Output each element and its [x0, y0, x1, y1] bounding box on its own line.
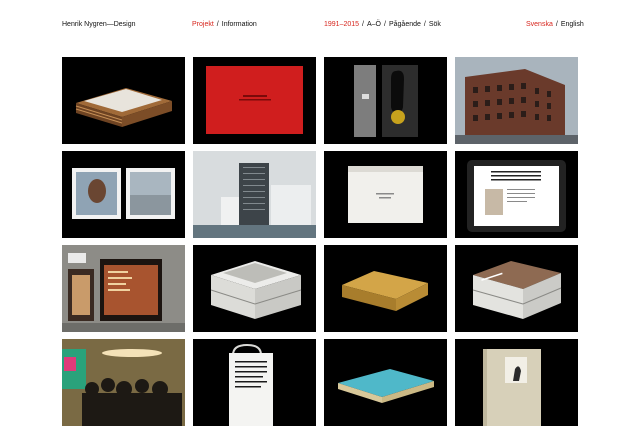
nav-search-link[interactable]: Sök — [429, 21, 441, 28]
crowd-event-thumbnail — [62, 339, 185, 426]
project-tile-10[interactable] — [193, 245, 316, 332]
lang-english-link[interactable]: English — [561, 21, 584, 28]
beige-book-thumbnail — [483, 349, 541, 426]
brick-building-thumbnail — [455, 57, 578, 144]
nav-az-link[interactable]: A–Ö — [367, 21, 381, 28]
nav-separator: / — [362, 21, 364, 28]
gold-box-thumbnail — [342, 271, 428, 311]
stacked-books-thumbnail — [210, 261, 302, 319]
red-book-thumbnail — [206, 66, 303, 134]
gray-box-thumbnail — [354, 65, 418, 137]
project-tile-7[interactable] — [324, 151, 447, 238]
nav-projekt-link[interactable]: Projekt — [192, 21, 214, 28]
project-tile-8[interactable] — [455, 151, 578, 238]
project-tile-16[interactable] — [455, 339, 578, 426]
tower-waterfront-thumbnail — [193, 151, 316, 238]
nav-years-link[interactable]: 1991–2015 — [324, 21, 359, 28]
lang-svenska-link[interactable]: Svenska — [526, 21, 553, 28]
nav-ongoing-link[interactable]: Pågående — [389, 21, 421, 28]
project-tile-4[interactable] — [455, 57, 578, 144]
white-bag-thumbnail — [229, 343, 273, 426]
project-tile-11[interactable] — [324, 245, 447, 332]
turquoise-book-thumbnail — [338, 369, 434, 403]
filter-nav: 1991–2015/A–Ö / Pågående / Sök — [324, 19, 441, 31]
project-tile-1[interactable] — [62, 57, 185, 144]
nav-information-link[interactable]: Information — [222, 21, 257, 28]
project-tile-14[interactable] — [193, 339, 316, 426]
nav-separator: / — [384, 21, 386, 28]
project-tile-5[interactable] — [62, 151, 185, 238]
nav-separator: / — [423, 21, 426, 28]
section-nav: Projekt / Information — [192, 19, 257, 31]
brand-link[interactable]: Henrik Nygren—Design — [62, 19, 136, 31]
stacked-books-cover-thumbnail — [472, 261, 562, 319]
stacked-books-thumbnail — [75, 88, 172, 127]
top-navigation: Henrik Nygren—Design Projekt / Information… — [0, 19, 640, 31]
project-tile-15[interactable] — [324, 339, 447, 426]
photo-prints-thumbnail — [72, 168, 175, 219]
storefront-thumbnail — [62, 245, 185, 332]
project-tile-9[interactable] — [62, 245, 185, 332]
project-tile-12[interactable] — [455, 245, 578, 332]
project-tile-6[interactable] — [193, 151, 316, 238]
nav-separator: / — [216, 21, 219, 28]
project-tile-13[interactable] — [62, 339, 185, 426]
white-box-thumbnail — [348, 166, 423, 223]
tablet-website-thumbnail — [467, 160, 566, 232]
language-nav: Svenska / English — [526, 19, 584, 31]
nav-separator: / — [555, 21, 558, 28]
project-tile-3[interactable] — [324, 57, 447, 144]
project-tile-2[interactable] — [193, 57, 316, 144]
